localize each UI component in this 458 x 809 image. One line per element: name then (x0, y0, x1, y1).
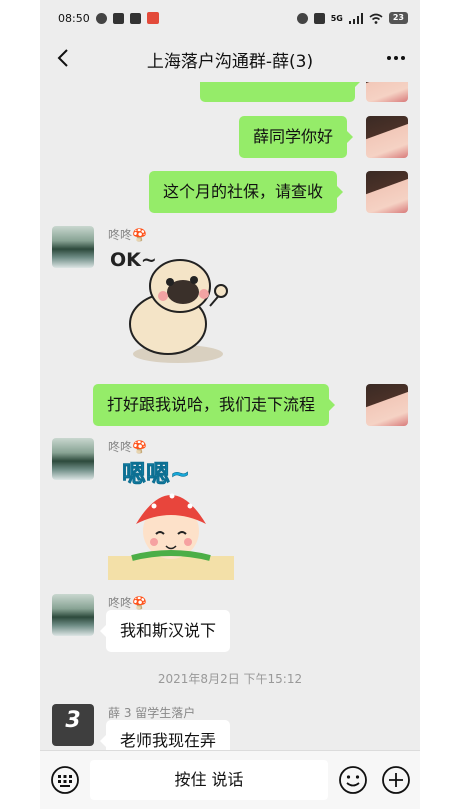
input-bar: 按住 说话 (40, 750, 420, 809)
status-time: 08:50 (58, 11, 90, 25)
avatar-badge-text: 3 (65, 708, 81, 733)
chat-title: 上海落户沟通群-薛(3) (146, 51, 314, 72)
keyboard-icon[interactable] (50, 765, 80, 795)
sender-name: 咚咚🍄 (108, 596, 147, 610)
avatar-self[interactable] (366, 171, 408, 213)
message-bubble-partial[interactable] (200, 82, 361, 102)
sticker-strawberry-girl[interactable]: 嗯嗯~ (106, 456, 236, 582)
vibrate-icon (313, 12, 325, 24)
avatar-xue[interactable]: 3 (52, 704, 94, 746)
signal-icon (348, 12, 363, 24)
status-bar: 08:50 5G 23 (40, 0, 420, 36)
message-bubble-incoming[interactable]: 老师我现在弄 (99, 720, 231, 750)
emoji-icon[interactable] (338, 765, 368, 795)
phone-screen: 08:50 5G 23 上海落户沟通群-薛(3) 薛同学你好 这个月的社保，请查… (40, 0, 420, 809)
network-type: 5G (330, 13, 343, 23)
back-arrow-icon[interactable] (52, 46, 76, 70)
sender-name: 薛 3 留学生落户 (108, 706, 196, 720)
video-app-icon (112, 12, 124, 24)
alarm-icon (296, 12, 308, 24)
battery-icon: 23 (388, 12, 408, 24)
avatar-dongdong[interactable] (52, 226, 94, 268)
message-bubble-outgoing[interactable]: 这个月的社保，请查收 (149, 171, 344, 213)
message-bubble-incoming[interactable]: 我和斯汉说下 (99, 610, 231, 652)
sticker-text: 嗯嗯~ (122, 460, 190, 488)
message-bubble-outgoing[interactable]: 薛同学你好 (239, 116, 354, 158)
media-app-icon (129, 12, 141, 24)
hold-to-talk-button[interactable]: 按住 说话 (90, 760, 328, 800)
wifi-icon (369, 13, 383, 24)
app-badge-icon (146, 12, 159, 24)
avatar-dongdong[interactable] (52, 594, 94, 636)
chat-timestamp: 2021年8月2日 下午15:12 (157, 672, 303, 686)
sender-name: 咚咚🍄 (108, 228, 147, 242)
message-bubble-outgoing[interactable]: 打好跟我说哈，我们走下流程 (93, 384, 336, 426)
sticker-pug-ok[interactable]: OK~ (108, 244, 228, 369)
notification-icon (95, 12, 107, 24)
avatar-self[interactable] (366, 82, 408, 102)
add-icon[interactable] (381, 765, 411, 795)
more-options-icon[interactable] (384, 46, 408, 70)
sender-name: 咚咚🍄 (108, 440, 147, 454)
sticker-text: OK~ (110, 249, 157, 271)
chat-message-list[interactable]: 薛同学你好 这个月的社保，请查收 咚咚🍄 OK~ 打好跟我说哈，我们走下流程 咚… (40, 82, 420, 750)
avatar-dongdong[interactable] (52, 438, 94, 480)
avatar-self[interactable] (366, 116, 408, 158)
chat-header: 上海落户沟通群-薛(3) (40, 36, 420, 82)
avatar-self[interactable] (366, 384, 408, 426)
